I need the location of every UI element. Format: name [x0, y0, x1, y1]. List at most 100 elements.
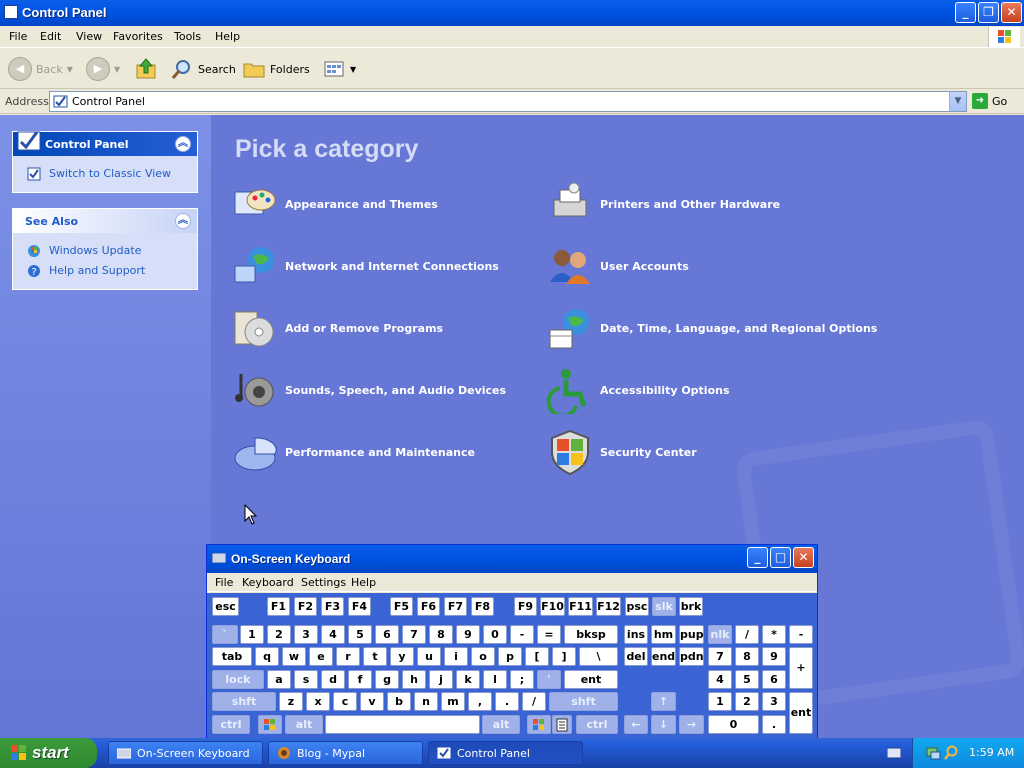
key-d[interactable]: d [321, 670, 345, 689]
key-right-shift[interactable]: shft [549, 692, 618, 711]
key-caps-lock[interactable]: lock [212, 670, 264, 689]
windows-update-link[interactable]: Windows Update [13, 241, 197, 261]
key-num-multiply[interactable]: * [762, 625, 786, 644]
key-f6[interactable]: F6 [417, 597, 440, 616]
key-rbracket[interactable]: ] [552, 647, 576, 666]
key-hm[interactable]: hm [651, 625, 676, 644]
menu-view[interactable]: View [76, 30, 102, 43]
key-f[interactable]: f [348, 670, 372, 689]
key-f8[interactable]: F8 [471, 597, 494, 616]
key-8[interactable]: 8 [429, 625, 453, 644]
task-on-screen-keyboard[interactable]: On-Screen Keyboard [108, 741, 263, 765]
forward-button[interactable]: ▶ ▼ [86, 55, 120, 83]
key-del[interactable]: del [624, 647, 648, 666]
category-user-accounts[interactable]: User Accounts [546, 242, 689, 290]
key-0[interactable]: 0 [483, 625, 507, 644]
key-t[interactable]: t [363, 647, 387, 666]
key-num3[interactable]: 3 [762, 692, 786, 711]
key-k[interactable]: k [456, 670, 480, 689]
osk-menu-file[interactable]: File [215, 576, 233, 589]
key-pup[interactable]: pup [679, 625, 704, 644]
key-f9[interactable]: F9 [514, 597, 537, 616]
key-right-arrow[interactable]: → [679, 715, 704, 734]
key-psc[interactable]: psc [625, 597, 649, 616]
key-ins[interactable]: ins [624, 625, 648, 644]
key-left-arrow[interactable]: ← [624, 715, 648, 734]
key-m[interactable]: m [441, 692, 465, 711]
key-q[interactable]: q [255, 647, 279, 666]
key-right-alt[interactable]: alt [482, 715, 520, 734]
menu-tools[interactable]: Tools [174, 30, 201, 43]
address-input[interactable]: Control Panel ▼ [49, 91, 967, 112]
osk-close-button[interactable]: ✕ [793, 547, 814, 568]
key-y[interactable]: y [390, 647, 414, 666]
restore-button[interactable]: ❐ [978, 2, 999, 23]
osk-minimize-button[interactable]: _ [747, 547, 768, 568]
key-period[interactable]: . [495, 692, 519, 711]
key-backtick[interactable]: ` [212, 625, 238, 644]
see-also-header[interactable]: See Also ︽ [13, 209, 197, 233]
back-button[interactable]: ◀ Back ▼ [8, 55, 73, 83]
task-blog-mypal[interactable]: Blog - Mypal [268, 741, 423, 765]
collapse-chevron-icon[interactable]: ︽ [175, 136, 191, 152]
key-num-decimal[interactable]: . [762, 715, 786, 734]
key-f5[interactable]: F5 [390, 597, 413, 616]
osk-menu-help[interactable]: Help [351, 576, 376, 589]
key-f3[interactable]: F3 [321, 597, 344, 616]
key-num-minus[interactable]: - [789, 625, 813, 644]
key-o[interactable]: o [471, 647, 495, 666]
key-1[interactable]: 1 [240, 625, 264, 644]
key-f7[interactable]: F7 [444, 597, 467, 616]
key-lbracket[interactable]: [ [525, 647, 549, 666]
key-num-plus[interactable]: + [789, 647, 813, 689]
key-w[interactable]: w [282, 647, 306, 666]
key-z[interactable]: z [279, 692, 303, 711]
osk-titlebar[interactable]: On-Screen Keyboard _ □ ✕ [207, 545, 817, 573]
key-left-ctrl[interactable]: ctrl [212, 715, 250, 734]
key-num1[interactable]: 1 [708, 692, 732, 711]
key-f1[interactable]: F1 [267, 597, 290, 616]
key-windows-key[interactable] [258, 715, 282, 734]
key-up-arrow[interactable]: ↑ [651, 692, 676, 711]
collapse-chevron-icon[interactable]: ︽ [175, 213, 191, 229]
key-brk[interactable]: brk [679, 597, 703, 616]
key-num2[interactable]: 2 [735, 692, 759, 711]
folders-button[interactable]: Folders [242, 55, 310, 83]
key-n[interactable]: n [414, 692, 438, 711]
minimize-button[interactable]: _ [955, 2, 976, 23]
key-slk[interactable]: slk [652, 597, 676, 616]
key-semicolon[interactable]: ; [510, 670, 534, 689]
control-panel-box-header[interactable]: Control Panel ︽ [13, 131, 197, 156]
key-7[interactable]: 7 [402, 625, 426, 644]
key-left-shift[interactable]: shft [212, 692, 276, 711]
key-application-key[interactable] [552, 715, 572, 734]
key-nlk[interactable]: nlk [708, 625, 732, 644]
key-f2[interactable]: F2 [294, 597, 317, 616]
key-s[interactable]: s [294, 670, 318, 689]
category-network-internet[interactable]: Network and Internet Connections [231, 242, 499, 290]
key-num4[interactable]: 4 [708, 670, 732, 689]
key-l[interactable]: l [483, 670, 507, 689]
category-security-center[interactable]: Security Center [546, 428, 697, 476]
key-num6[interactable]: 6 [762, 670, 786, 689]
key-f12[interactable]: F12 [596, 597, 621, 616]
menu-help[interactable]: Help [215, 30, 240, 43]
key-backslash[interactable]: \ [579, 647, 618, 666]
key-right-ctrl[interactable]: ctrl [576, 715, 618, 734]
key-x[interactable]: x [306, 692, 330, 711]
category-accessibility[interactable]: Accessibility Options [546, 366, 730, 414]
start-button[interactable]: start [0, 738, 97, 768]
key-4[interactable]: 4 [321, 625, 345, 644]
key-space-bar[interactable] [325, 715, 480, 734]
key-i[interactable]: i [444, 647, 468, 666]
key-g[interactable]: g [375, 670, 399, 689]
menu-edit[interactable]: Edit [40, 30, 61, 43]
go-button[interactable]: ➜ Go [972, 93, 1007, 109]
network-tray-icon[interactable] [925, 745, 941, 761]
key-6[interactable]: 6 [375, 625, 399, 644]
key-num-divide[interactable]: / [735, 625, 759, 644]
key-r[interactable]: r [336, 647, 360, 666]
osk-maximize-button[interactable]: □ [770, 547, 791, 568]
category-appearance-themes[interactable]: Appearance and Themes [231, 180, 438, 228]
key-j[interactable]: j [429, 670, 453, 689]
